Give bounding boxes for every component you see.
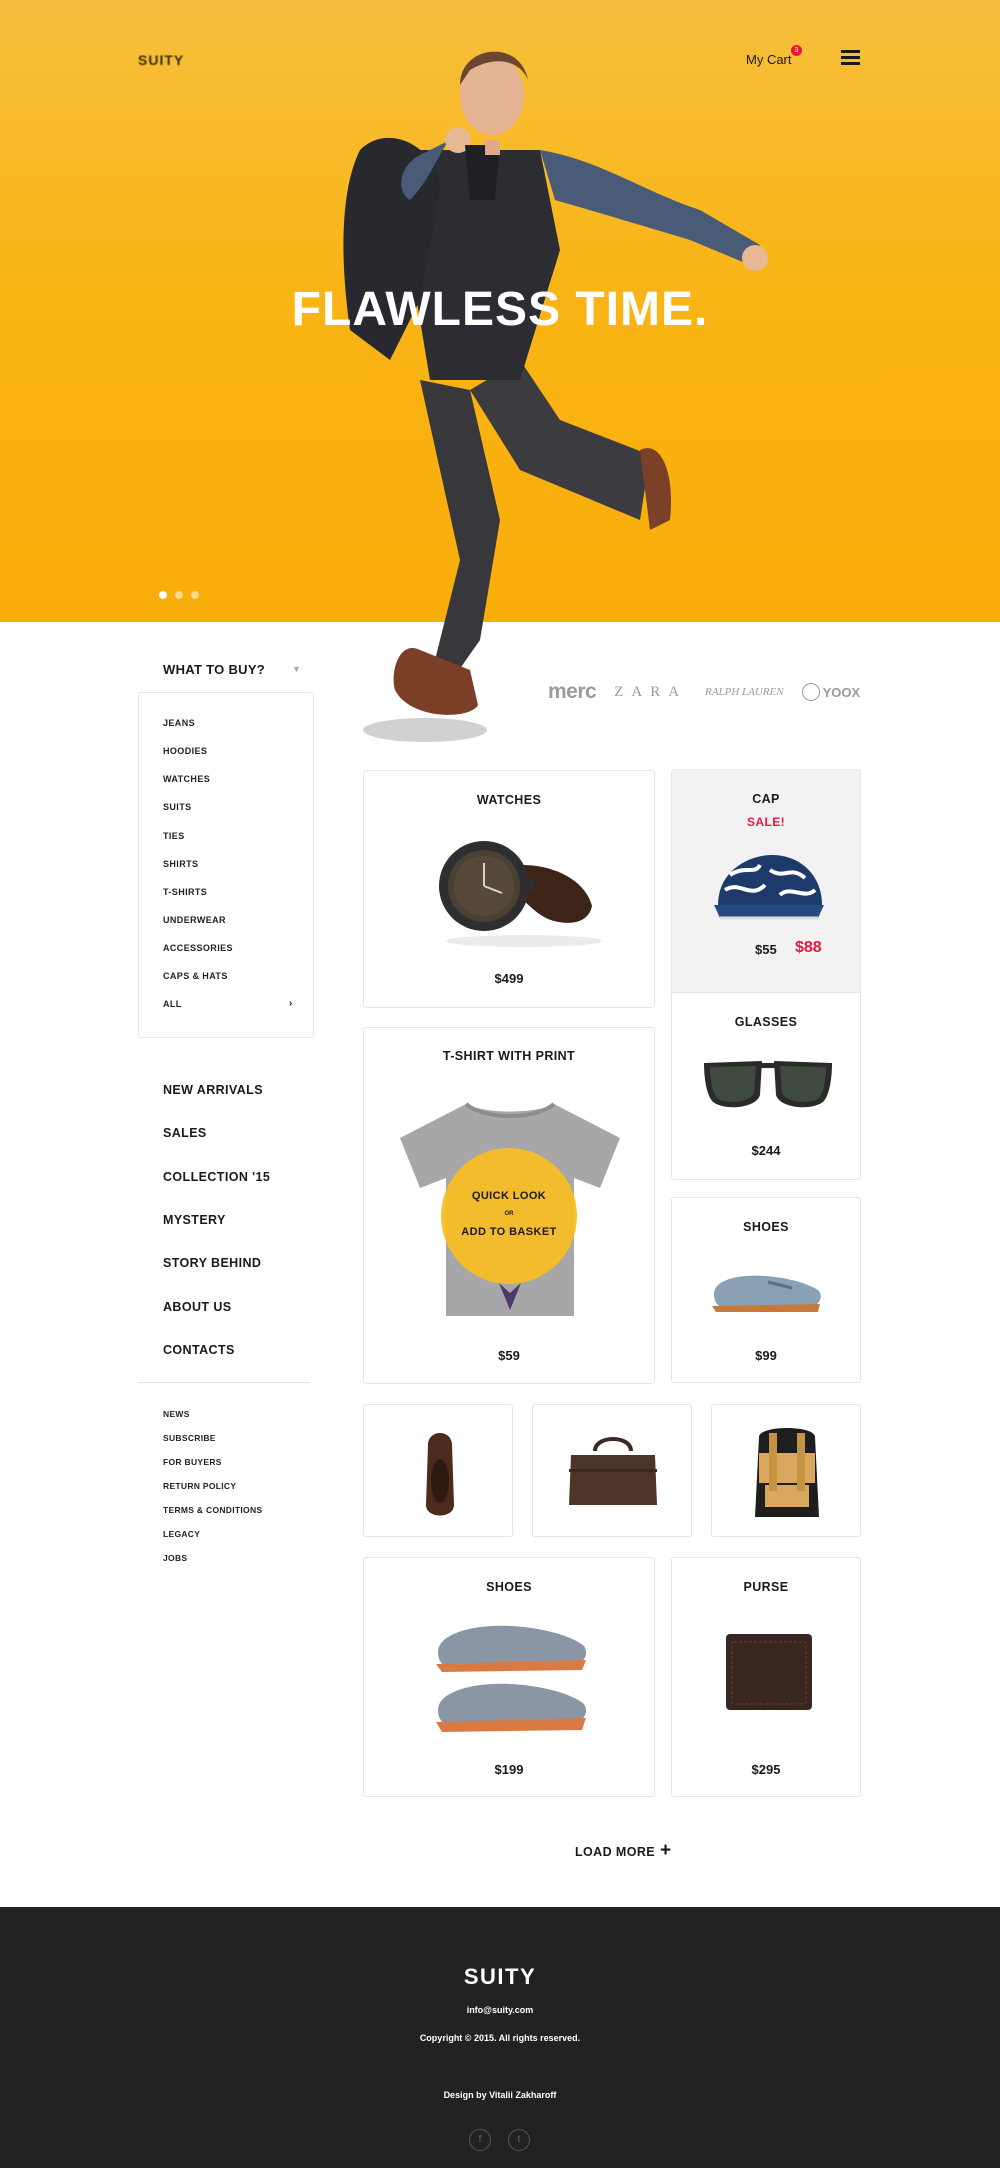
twitter-icon[interactable]: t [508,2129,530,2151]
product-card-cap[interactable]: CAP SALE! $55 $88 [671,769,861,1014]
product-title: SHOES [743,1220,789,1234]
subnav-for-buyers[interactable]: FOR BUYERS [163,1457,222,1467]
quick-or-label: OR [504,1211,514,1217]
slider-dot[interactable] [159,591,167,599]
plus-icon[interactable]: + [660,1841,671,1860]
product-card-watches[interactable]: WATCHES $499 [363,770,655,1008]
brand-yoox-label: YOOX [822,684,861,700]
category-list: JEANS HOODIES WATCHES SUITS TIES SHIRTS … [138,692,314,1038]
category-item-all[interactable]: ALL [163,999,182,1009]
product-thumb-backpack[interactable] [711,1404,861,1537]
category-item-jeans[interactable]: JEANS [163,718,195,728]
product-price: $244 [751,1143,781,1158]
footer-copyright: Copyright © 2015. All rights reserved. [419,2033,581,2043]
nav-mystery[interactable]: MYSTERY [163,1213,226,1227]
footer-credit: Design by Vitalii Zakharoff [443,2090,557,2100]
quick-look-button[interactable]: QUICK LOOK [441,1190,577,1202]
product-thumb-bag[interactable] [532,1404,692,1537]
product-title: SHOES [486,1580,532,1594]
watch-image [439,841,602,947]
nav-story-behind[interactable]: STORY BEHIND [163,1256,261,1270]
product-price: $199 [494,1762,524,1777]
loafer-image [426,1433,454,1516]
product-thumb-loafer[interactable] [363,1404,513,1537]
subnav-subscribe[interactable]: SUBSCRIBE [163,1433,216,1443]
slider-dot[interactable] [175,591,183,599]
hero-headline: FLAWLESS TIME. [291,283,709,336]
category-dropdown-toggle[interactable]: WHAT TO BUY? [163,662,265,677]
purse-image [726,1634,812,1710]
shoe-image [712,1275,821,1312]
product-price: $499 [494,971,524,986]
sunglasses-image [704,1061,832,1108]
footer-logo[interactable]: SUITY [0,1964,1000,1990]
subnav-news[interactable]: NEWS [163,1409,190,1419]
nav-about-us[interactable]: ABOUT US [163,1300,231,1314]
sale-badge: SALE! [747,815,785,829]
cap-image [714,855,824,920]
category-item-ties[interactable]: TIES [163,831,185,841]
slider-dots [159,591,199,599]
product-card-shoes-large[interactable]: SHOES $199 [363,1557,655,1797]
brand-logo-ralph-lauren[interactable]: RALPH LAUREN [705,686,784,698]
product-price: $99 [755,1348,777,1363]
desert-boots-image [436,1625,587,1732]
brand-logo-zara[interactable]: ZARA [614,684,687,701]
product-title: WATCHES [476,793,542,807]
cart-count-badge: 3 [791,45,802,56]
category-item-watches[interactable]: WATCHES [163,774,210,784]
chevron-right-icon[interactable]: › [289,998,292,1009]
category-item-underwear[interactable]: UNDERWEAR [163,915,226,925]
subnav-terms-conditions[interactable]: TERMS & CONDITIONS [163,1505,262,1515]
product-card-glasses[interactable]: GLASSES $244 [671,992,861,1180]
category-item-t-shirts[interactable]: T-SHIRTS [163,887,207,897]
category-item-hoodies[interactable]: HOODIES [163,746,207,756]
cart-link[interactable]: My Cart [746,52,792,67]
subnav-legacy[interactable]: LEGACY [163,1529,200,1539]
nav-sales[interactable]: SALES [163,1126,207,1140]
category-item-caps-hats[interactable]: CAPS & HATS [163,971,228,981]
footer-email-link[interactable]: info@suity.com [0,2005,1000,2015]
category-item-accessories[interactable]: ACCESSORIES [163,943,233,953]
backpack-image [755,1428,819,1517]
bag-image [569,1437,657,1505]
product-title: PURSE [743,1580,789,1594]
facebook-icon[interactable]: f [469,2129,491,2151]
product-price: $295 [751,1762,781,1777]
slider-dot[interactable] [191,591,199,599]
load-more-button[interactable]: LOAD MORE [575,1845,655,1859]
caret-down-icon[interactable]: ▼ [292,664,301,674]
sale-price: $88 [795,939,822,956]
subnav-return-policy[interactable]: RETURN POLICY [163,1481,236,1491]
brand-logos: merc ZARA RALPH LAUREN YOOX [548,680,860,704]
site-logo[interactable]: SUITY [138,52,188,68]
nav-new-arrivals[interactable]: NEW ARRIVALS [163,1083,263,1097]
product-card-shoes-small[interactable]: SHOES $99 [671,1197,861,1383]
subnav-jobs[interactable]: JOBS [163,1553,187,1563]
product-title: T-SHIRT WITH PRINT [442,1049,576,1063]
product-card-purse[interactable]: PURSE $295 [671,1557,861,1797]
brand-logo-yoox[interactable]: YOOX [801,683,861,701]
product-title: CAP [752,792,780,806]
hamburger-menu-icon[interactable] [841,50,860,65]
add-to-basket-button[interactable]: ADD TO BASKET [441,1226,577,1238]
nav-collection-15[interactable]: COLLECTION '15 [163,1170,270,1184]
nav-contacts[interactable]: CONTACTS [163,1343,235,1357]
quick-look-overlay: QUICK LOOK OR ADD TO BASKET [441,1148,577,1284]
yoox-circle-icon [801,683,820,701]
old-price: $55 [755,942,777,957]
product-title: GLASSES [734,1015,798,1029]
sidebar-divider [138,1382,310,1383]
category-item-suits[interactable]: SUITS [163,802,192,812]
category-item-shirts[interactable]: SHIRTS [163,859,198,869]
product-price: $59 [498,1348,520,1363]
brand-logo-merc[interactable]: merc [548,680,597,704]
